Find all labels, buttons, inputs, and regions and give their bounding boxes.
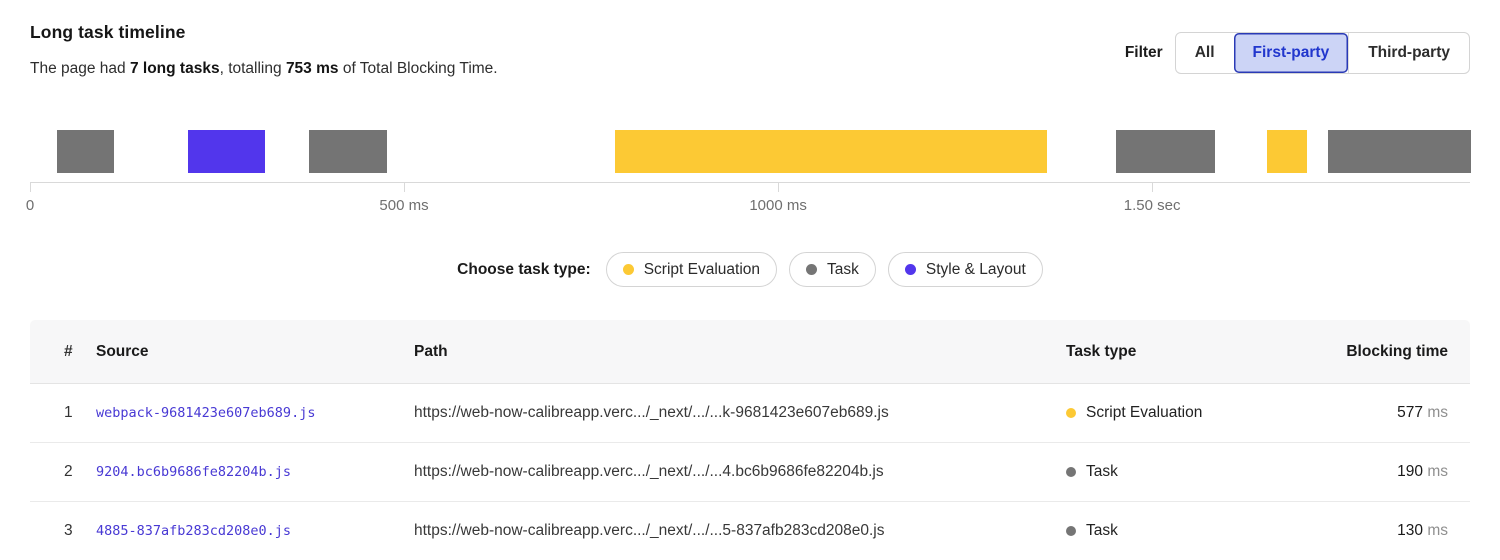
row-source-cell: 9204.bc6b9686fe82204b.js	[96, 463, 414, 481]
col-header-index: #	[30, 343, 96, 361]
row-task-type-label: Task	[1086, 463, 1118, 481]
table-header-row: # Source Path Task type Blocking time	[30, 320, 1470, 384]
row-blocking-time-value: 130	[1397, 522, 1423, 539]
task-bar-task[interactable]	[1328, 130, 1471, 173]
row-path: https://web-now-calibreapp.verc.../_next…	[414, 404, 1066, 422]
row-task-type-cell: Script Evaluation	[1066, 404, 1314, 422]
task-bar-task[interactable]	[1116, 130, 1215, 173]
axis-tick	[30, 182, 31, 192]
row-path: https://web-now-calibreapp.verc.../_next…	[414, 463, 1066, 481]
axis-tick-label: 0	[26, 197, 34, 214]
axis-tick	[404, 182, 405, 192]
col-header-blocking-time: Blocking time	[1314, 343, 1470, 361]
task-type-pill-script-evaluation[interactable]: Script Evaluation	[606, 252, 777, 287]
summary-suffix: of Total Blocking Time.	[339, 60, 498, 77]
source-link[interactable]: 9204.bc6b9686fe82204b.js	[96, 464, 291, 480]
legend-label: Choose task type:	[457, 261, 591, 279]
row-blocking-time-unit: ms	[1423, 522, 1448, 539]
row-blocking-time-cell: 190 ms	[1314, 463, 1470, 481]
row-blocking-time-value: 190	[1397, 463, 1423, 480]
row-task-type-cell: Task	[1066, 522, 1314, 540]
row-path: https://web-now-calibreapp.verc.../_next…	[414, 522, 1066, 540]
summary-text: The page had 7 long tasks, totalling 753…	[30, 60, 498, 78]
col-header-task-type: Task type	[1066, 343, 1314, 361]
filter-option-all[interactable]: All	[1176, 33, 1234, 73]
row-blocking-time-unit: ms	[1423, 404, 1448, 421]
pill-label: Task	[827, 261, 859, 279]
filter-option-first-party[interactable]: First-party	[1234, 33, 1349, 73]
task-bar-script-evaluation[interactable]	[1267, 130, 1307, 173]
row-index: 3	[30, 522, 96, 540]
axis-tick	[778, 182, 779, 192]
row-blocking-time-cell: 577 ms	[1314, 404, 1470, 422]
summary-task-count: 7 long tasks	[130, 60, 220, 77]
col-header-source: Source	[96, 343, 414, 361]
row-index: 1	[30, 404, 96, 422]
summary-prefix: The page had	[30, 60, 130, 77]
axis-tick-label: 1.50 sec	[1124, 197, 1181, 214]
task-type-legend: Choose task type: Script EvaluationTaskS…	[0, 252, 1500, 287]
task-bar-task[interactable]	[57, 130, 114, 173]
timeline-bars	[30, 130, 1470, 173]
table-row: 34885-837afb283cd208e0.js https://web-now…	[30, 502, 1470, 560]
row-task-type-label: Script Evaluation	[1086, 404, 1202, 422]
filter-segmented-control: AllFirst-partyThird-party	[1175, 32, 1470, 74]
source-link[interactable]: webpack-9681423e607eb689.js	[96, 405, 315, 421]
task-timeline-chart: 0500 ms1000 ms1.50 sec	[30, 130, 1470, 225]
row-source-cell: 4885-837afb283cd208e0.js	[96, 522, 414, 540]
timeline-axis	[30, 182, 1470, 183]
summary-tbt-value: 753 ms	[286, 60, 339, 77]
summary-mid: , totalling	[220, 60, 286, 77]
table-body: 1webpack-9681423e607eb689.js https://web-…	[30, 384, 1470, 560]
long-task-timeline-panel: Long task timeline The page had 7 long t…	[0, 0, 1500, 560]
page-title: Long task timeline	[30, 22, 498, 43]
row-task-type-cell: Task	[1066, 463, 1314, 481]
axis-tick	[1152, 182, 1153, 192]
filter-label: Filter	[1125, 44, 1163, 62]
script-evaluation-dot-icon	[1066, 408, 1076, 418]
script-evaluation-dot-icon	[623, 264, 634, 275]
header-section: Long task timeline The page had 7 long t…	[30, 22, 498, 78]
row-task-type-label: Task	[1086, 522, 1118, 540]
task-bar-task[interactable]	[309, 130, 387, 173]
legend-pills: Script Evaluation Task Style & Layout	[606, 252, 1043, 287]
axis-tick-label: 1000 ms	[749, 197, 807, 214]
task-bar-style-layout[interactable]	[188, 130, 265, 173]
pill-label: Script Evaluation	[644, 261, 760, 279]
row-source-cell: webpack-9681423e607eb689.js	[96, 404, 414, 422]
row-blocking-time-cell: 130 ms	[1314, 522, 1470, 540]
filter-option-third-party[interactable]: Third-party	[1348, 33, 1469, 73]
filter-group: Filter AllFirst-partyThird-party	[1125, 32, 1470, 74]
task-type-pill-task[interactable]: Task	[789, 252, 876, 287]
task-dot-icon	[1066, 467, 1076, 477]
axis-tick-label: 500 ms	[379, 197, 428, 214]
style-layout-dot-icon	[905, 264, 916, 275]
task-dot-icon	[1066, 526, 1076, 536]
row-index: 2	[30, 463, 96, 481]
pill-label: Style & Layout	[926, 261, 1026, 279]
task-bar-script-evaluation[interactable]	[615, 130, 1047, 173]
source-link[interactable]: 4885-837afb283cd208e0.js	[96, 523, 291, 539]
table-row: 29204.bc6b9686fe82204b.js https://web-now…	[30, 443, 1470, 502]
task-dot-icon	[806, 264, 817, 275]
col-header-path: Path	[414, 343, 1066, 361]
row-blocking-time-value: 577	[1397, 404, 1423, 421]
task-type-pill-style-layout[interactable]: Style & Layout	[888, 252, 1043, 287]
long-tasks-table: # Source Path Task type Blocking time 1w…	[30, 320, 1470, 560]
table-row: 1webpack-9681423e607eb689.js https://web-…	[30, 384, 1470, 443]
row-blocking-time-unit: ms	[1423, 463, 1448, 480]
